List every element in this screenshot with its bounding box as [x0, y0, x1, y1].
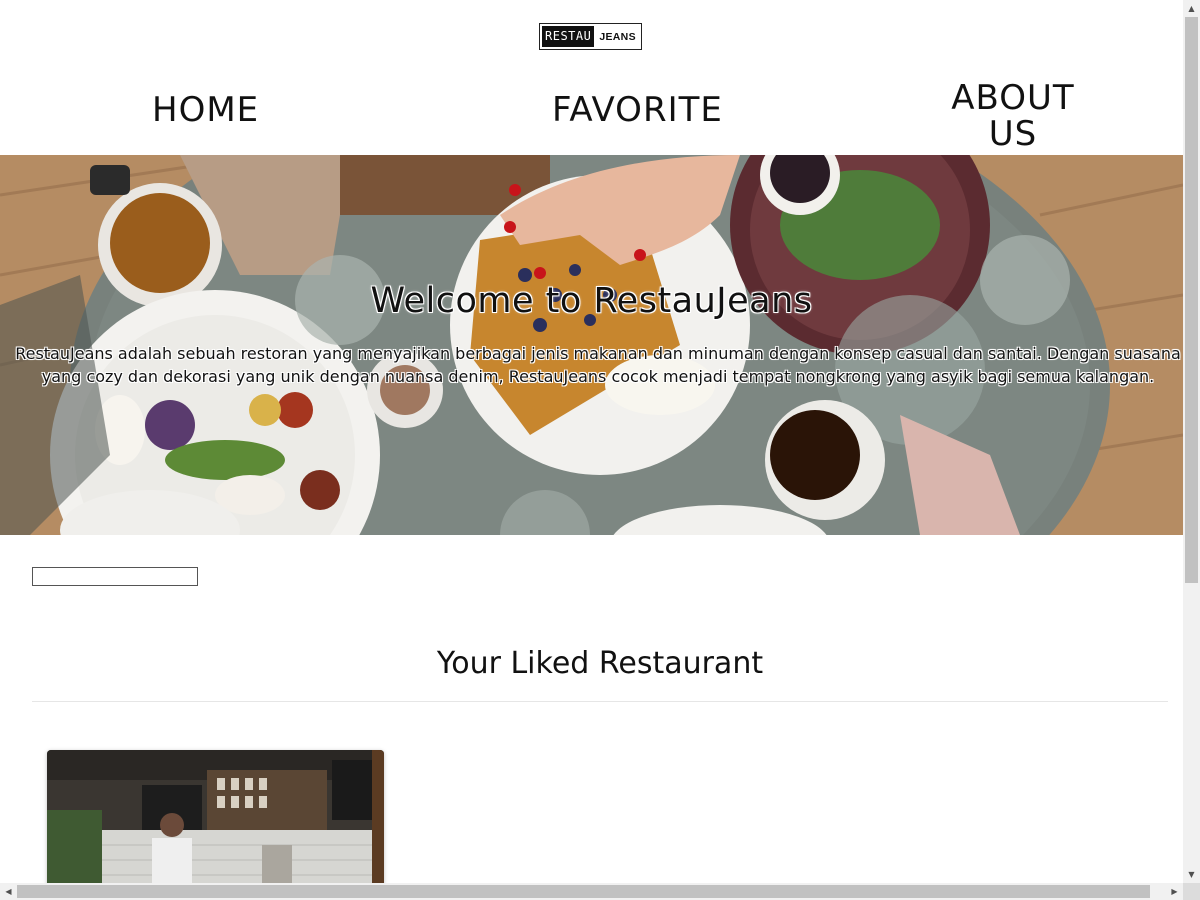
page-viewport: RESTAU JEANS HOME FAVORITE ABOUT US Welc…	[0, 0, 1183, 883]
hero-description: RestauJeans adalah sebuah restoran yang …	[15, 344, 1181, 386]
restaurant-card[interactable]	[47, 750, 384, 883]
site-logo[interactable]: RESTAU JEANS	[539, 23, 642, 50]
logo-jeans-text: JEANS	[599, 30, 636, 43]
section-divider	[32, 701, 1168, 702]
nav-about-line2: US	[988, 114, 1038, 154]
scroll-up-icon[interactable]: ▲	[1183, 0, 1200, 17]
scrollbar-corner	[1183, 883, 1200, 900]
horizontal-scrollbar[interactable]: ◀ ▶	[0, 883, 1183, 900]
search-input[interactable]	[32, 567, 198, 586]
restaurant-card-image	[47, 750, 384, 883]
logo-restau-text: RESTAU	[542, 26, 595, 47]
horizontal-scroll-thumb[interactable]	[17, 885, 1150, 898]
vertical-scroll-thumb[interactable]	[1185, 17, 1198, 583]
vertical-scrollbar[interactable]: ▲ ▼	[1183, 0, 1200, 883]
nav-home-link[interactable]: HOME	[152, 92, 258, 128]
hero-banner: Welcome to RestauJeans RestauJeans adala…	[0, 155, 1183, 535]
scroll-left-icon[interactable]: ◀	[0, 883, 17, 900]
nav-favorite-link[interactable]: FAVORITE	[552, 92, 722, 128]
nav-about-us-link[interactable]: ABOUT US	[950, 80, 1076, 152]
scroll-right-icon[interactable]: ▶	[1166, 883, 1183, 900]
hero-title: Welcome to RestauJeans	[370, 281, 813, 321]
scroll-down-icon[interactable]: ▼	[1183, 866, 1200, 883]
liked-section-title: Your Liked Restaurant	[436, 646, 764, 681]
nav-about-line1: ABOUT	[951, 78, 1075, 118]
